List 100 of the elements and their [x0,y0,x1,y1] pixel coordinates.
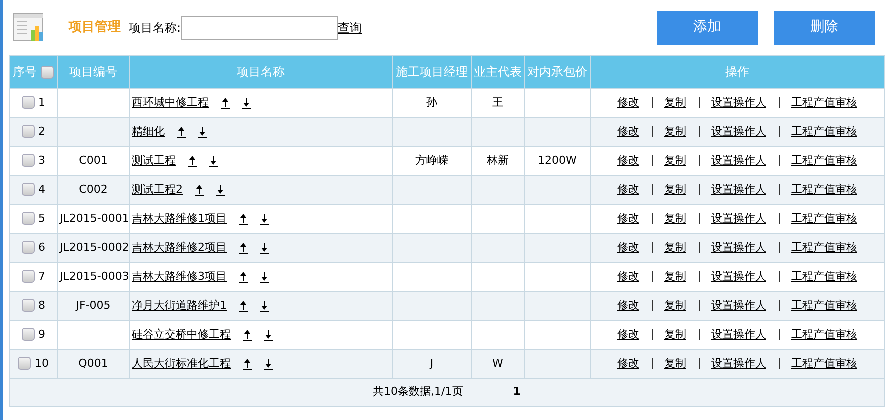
action-link[interactable]: 设置操作人 [712,270,766,283]
row-number: 4 [38,182,46,196]
up-arrow-icon[interactable] [177,126,186,138]
select-all-checkbox[interactable] [41,66,54,80]
action-link[interactable]: 修改 [618,240,640,254]
project-name-link[interactable]: 吉林大路维修2项目 [132,240,227,254]
action-link[interactable]: 工程产值审核 [792,328,858,341]
down-arrow-icon[interactable] [242,96,251,109]
table-cell [472,292,524,320]
action-link[interactable]: 修改 [618,124,640,138]
project-name-link[interactable]: 吉林大路维修1项目 [132,212,227,225]
down-arrow-icon[interactable] [198,126,207,138]
down-arrow-icon[interactable] [260,242,269,254]
action-link[interactable]: 工程产值审核 [792,298,858,312]
action-link[interactable]: 修改 [618,298,640,312]
search-link[interactable]: 查询 [338,18,362,36]
action-link[interactable]: 设置操作人 [712,96,766,109]
down-arrow-icon[interactable] [260,270,269,283]
action-link[interactable]: 设置操作人 [712,212,766,225]
up-arrow-icon[interactable] [239,270,248,283]
row-number: 7 [38,270,46,283]
action-link[interactable]: 修改 [618,182,640,196]
column-header: 序号 [13,65,37,79]
project-name-link[interactable]: 精细化 [132,124,165,138]
action-link[interactable]: 工程产值审核 [792,182,858,196]
action-link[interactable]: 修改 [618,328,640,341]
up-arrow-icon[interactable] [188,154,197,167]
table-cell [472,118,524,146]
action-link[interactable]: 设置操作人 [712,182,766,196]
page-link[interactable]: 1 [513,385,521,398]
down-arrow-icon[interactable] [264,328,273,341]
project-name-link[interactable]: 净月大街道路维护1 [132,298,227,312]
down-arrow-icon[interactable] [209,154,218,167]
search-field[interactable] [181,16,338,40]
up-arrow-icon[interactable] [239,242,248,254]
action-link[interactable]: 工程产值审核 [792,240,858,254]
action-link[interactable]: 修改 [618,270,640,283]
action-link[interactable]: 复制 [664,298,686,312]
action-link[interactable]: 复制 [664,182,686,196]
action-link[interactable]: 工程产值审核 [792,96,858,109]
pagination-summary: 共10条数据,1/1页 [373,385,464,398]
row-checkbox[interactable] [22,241,34,254]
action-link[interactable]: 设置操作人 [712,328,766,341]
action-link[interactable]: 修改 [618,96,640,109]
project-name-link[interactable]: 吉林大路维修3项目 [132,270,227,283]
row-checkbox[interactable] [22,328,34,342]
down-arrow-icon[interactable] [216,184,225,196]
row-number: 2 [38,124,46,138]
up-arrow-icon[interactable] [243,358,252,370]
up-arrow-icon[interactable] [221,96,230,109]
search-label: 项目名称: [129,20,182,36]
action-link[interactable]: 复制 [664,124,686,138]
action-link[interactable]: 设置操作人 [712,298,766,312]
column-header: 操作 [590,56,884,88]
table-cell: W [472,350,524,378]
up-arrow-icon[interactable] [239,212,248,225]
action-link[interactable]: 复制 [664,356,686,370]
action-link[interactable]: 设置操作人 [712,240,766,254]
action-link[interactable]: 设置操作人 [712,154,766,167]
action-link[interactable]: 复制 [664,270,686,283]
row-checkbox[interactable] [22,183,34,196]
down-arrow-icon[interactable] [260,212,269,225]
down-arrow-icon[interactable] [260,300,269,312]
row-checkbox[interactable] [22,125,34,138]
project-name-link[interactable]: 测试工程2 [132,182,183,196]
up-arrow-icon[interactable] [195,184,204,196]
project-name-link[interactable]: 硅谷立交桥中修工程 [132,328,231,341]
up-arrow-icon[interactable] [243,328,252,341]
action-link[interactable]: 工程产值审核 [792,154,858,167]
row-number: 3 [38,154,46,167]
action-link[interactable]: 工程产值审核 [792,212,858,225]
report-icon [13,12,45,42]
project-name-link[interactable]: 人民大街标准化工程 [132,356,231,370]
row-checkbox[interactable] [22,270,34,284]
action-link[interactable]: 工程产值审核 [792,356,858,370]
action-link[interactable]: 工程产值审核 [792,270,858,283]
up-arrow-icon[interactable] [239,300,248,312]
action-link[interactable]: 复制 [664,96,686,109]
action-link[interactable]: 复制 [664,240,686,254]
down-arrow-icon[interactable] [264,358,273,370]
row-checkbox[interactable] [18,357,31,370]
row-checkbox[interactable] [22,96,34,110]
project-name-link[interactable]: 西环城中修工程 [132,96,209,109]
row-checkbox[interactable] [22,299,34,312]
action-link[interactable]: 设置操作人 [712,124,766,138]
row-checkbox[interactable] [22,212,34,226]
table-cell [472,234,524,262]
row-number: 5 [38,212,46,225]
action-link[interactable]: 修改 [618,154,640,167]
action-link[interactable]: 设置操作人 [712,356,766,370]
action-link[interactable]: 修改 [618,356,640,370]
project-name-link[interactable]: 测试工程 [132,154,176,167]
action-link[interactable]: 复制 [664,212,686,225]
action-link[interactable]: 修改 [618,212,640,225]
row-number: 8 [38,298,46,312]
action-link[interactable]: 复制 [664,328,686,341]
action-link[interactable]: 复制 [664,154,686,167]
row-checkbox[interactable] [22,154,34,168]
column-header: 业主代表 [472,56,524,88]
action-link[interactable]: 工程产值审核 [792,124,858,138]
